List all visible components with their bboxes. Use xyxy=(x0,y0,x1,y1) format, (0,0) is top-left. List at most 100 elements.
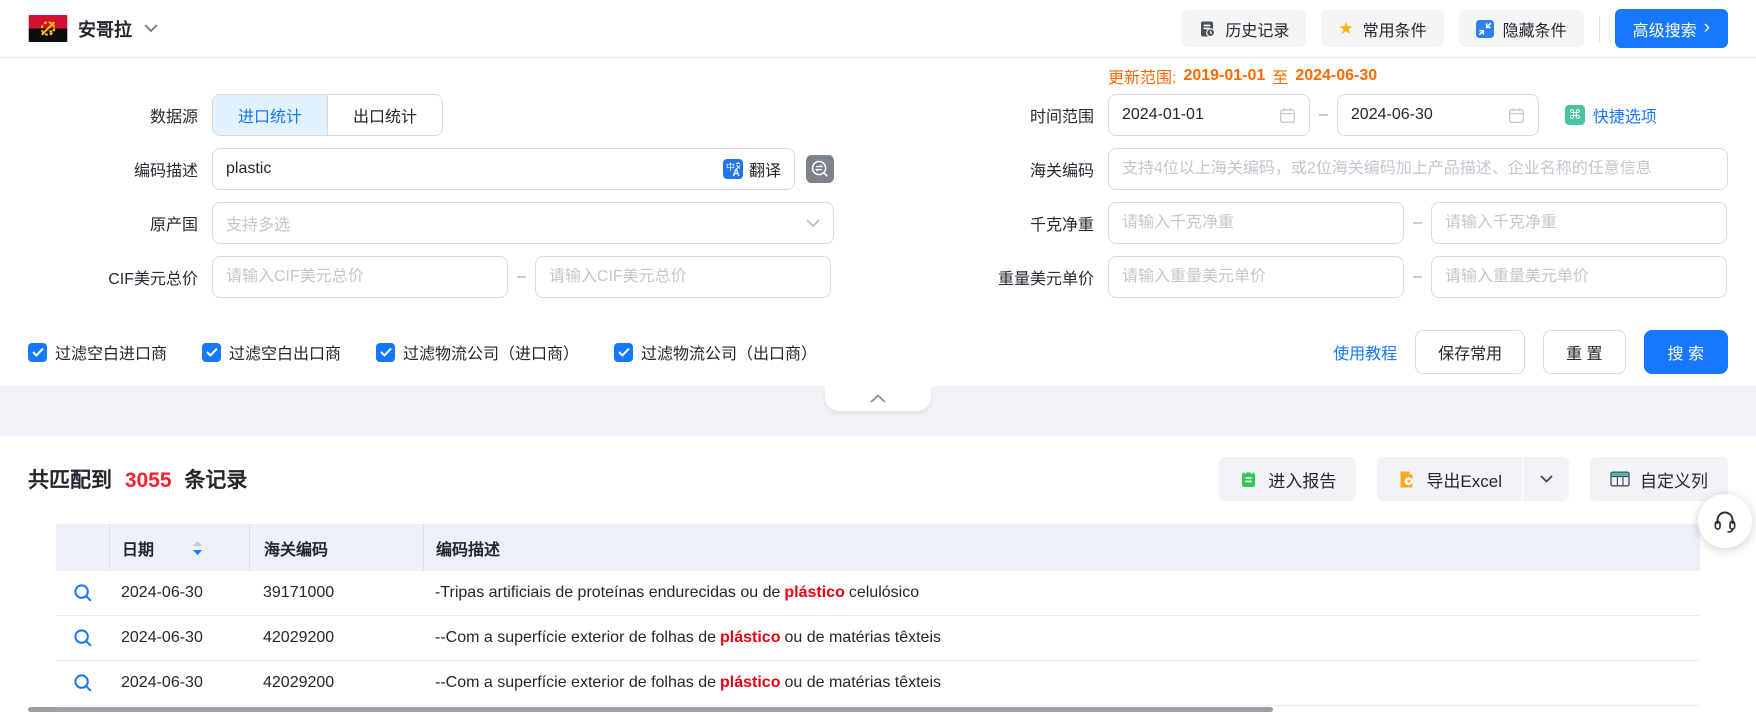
table-row: 2024-06-30 39171000 -Tripas artificiais … xyxy=(56,571,1700,616)
export-excel-label: 导出Excel xyxy=(1426,467,1502,492)
start-date-value: 2024-01-01 xyxy=(1122,106,1204,124)
filter-column-right: 更新范围: 2019-01-01 至 2024-06-30 时间范围 2024-… xyxy=(969,64,1728,310)
advanced-search-button[interactable]: 高级搜索 › xyxy=(1615,9,1728,48)
table-header-actions-column xyxy=(56,524,109,571)
results-count-value: 3055 xyxy=(125,469,172,492)
table-header-date[interactable]: 日期 xyxy=(109,524,249,571)
translate-icon: 中A xyxy=(723,159,743,179)
table-row: 2024-06-30 42029200 --Com a superfície e… xyxy=(56,661,1700,706)
range-dash: – xyxy=(1413,214,1422,232)
filter-column-left: 数据源 进口统计 出口统计 编码描述 中A 翻译 xyxy=(28,64,834,310)
table-columns-icon xyxy=(1610,470,1630,488)
time-range-row: 时间范围 2024-01-01 – 2024-06-30 ⌘ 快捷选项 xyxy=(969,94,1728,136)
cif-max-input[interactable] xyxy=(549,268,817,286)
results-table: 日期 海关编码 编码描述 2024-06-30 39171000 xyxy=(56,524,1700,706)
row-actions-cell xyxy=(56,583,109,603)
history-label: 历史记录 xyxy=(1225,17,1289,41)
row-actions-cell xyxy=(56,628,109,648)
magnifier-icon[interactable] xyxy=(73,583,93,603)
end-date-picker[interactable]: 2024-06-30 xyxy=(1337,94,1539,136)
range-dash: – xyxy=(517,268,526,286)
export-options-caret[interactable] xyxy=(1523,457,1569,501)
favorites-button[interactable]: ★ 常用条件 xyxy=(1321,10,1443,47)
description-highlight: plástico xyxy=(784,584,844,602)
checkbox-filter-blank-exporter[interactable]: 过滤空白出口商 xyxy=(202,340,341,364)
enter-report-button[interactable]: 进入报告 xyxy=(1219,457,1356,501)
hs-code-input[interactable] xyxy=(1122,160,1714,178)
date-cell: 2024-06-30 xyxy=(109,674,249,692)
divider xyxy=(1599,16,1600,42)
data-source-label: 数据源 xyxy=(28,103,198,127)
search-button[interactable]: 搜 索 xyxy=(1644,330,1728,374)
unit-price-row: 重量美元单价 – xyxy=(969,256,1728,298)
table-header-description: 编码描述 xyxy=(423,524,1700,571)
code-description-input[interactable] xyxy=(226,160,723,178)
date-cell: 2024-06-30 xyxy=(109,629,249,647)
magnifier-icon[interactable] xyxy=(73,673,93,693)
description-header-label: 编码描述 xyxy=(436,536,500,560)
chevron-down-icon xyxy=(144,24,158,33)
custom-columns-button[interactable]: 自定义列 xyxy=(1590,457,1728,501)
hs-code-cell: 42029200 xyxy=(249,629,423,647)
results-count-suffix: 条记录 xyxy=(184,469,247,492)
origin-placeholder: 支持多选 xyxy=(226,211,290,235)
collapse-icon xyxy=(1476,20,1494,38)
customer-service-fab[interactable] xyxy=(1698,494,1752,548)
export-excel-button[interactable]: 导出Excel xyxy=(1377,457,1522,501)
unit-price-max-input[interactable] xyxy=(1445,268,1713,286)
similar-search-icon[interactable] xyxy=(806,154,834,184)
checkbox-checked-icon xyxy=(28,343,47,362)
collapse-panel-handle[interactable] xyxy=(825,386,931,411)
sort-icon[interactable] xyxy=(192,540,203,556)
filter-bottom-row: 过滤空白进口商 过滤空白出口商 过滤物流公司（进口商） 过滤物流公司（出口商） … xyxy=(28,330,1728,374)
row-actions-cell xyxy=(56,673,109,693)
description-cell: -Tripas artificiais de proteínas endurec… xyxy=(423,584,1700,602)
description-highlight: plástico xyxy=(720,674,780,692)
checkbox-filter-logistics-importer[interactable]: 过滤物流公司（进口商） xyxy=(376,340,579,364)
net-weight-min-field xyxy=(1108,202,1404,244)
net-weight-label: 千克净重 xyxy=(969,211,1094,235)
net-weight-max-input[interactable] xyxy=(1445,214,1713,232)
unit-price-label: 重量美元单价 xyxy=(969,265,1094,289)
origin-country-select[interactable]: 支持多选 xyxy=(212,202,834,244)
excel-export-icon xyxy=(1397,470,1416,489)
table-row: 2024-06-30 42029200 --Com a superfície e… xyxy=(56,616,1700,661)
description-text: ou de matérias têxteis xyxy=(784,674,941,692)
tab-export-stats[interactable]: 出口统计 xyxy=(327,95,442,135)
unit-price-min-input[interactable] xyxy=(1122,268,1390,286)
calendar-icon xyxy=(1508,107,1525,124)
calendar-icon xyxy=(1279,107,1296,124)
cif-total-row: CIF美元总价 – xyxy=(28,256,834,298)
start-date-picker[interactable]: 2024-01-01 xyxy=(1108,94,1310,136)
time-range-label: 时间范围 xyxy=(969,103,1094,127)
results-count-title: 共匹配到 3055 条记录 xyxy=(28,464,247,494)
magnifier-icon[interactable] xyxy=(73,628,93,648)
reset-button[interactable]: 重 置 xyxy=(1543,330,1625,374)
checkbox-label: 过滤物流公司（出口商） xyxy=(641,340,817,364)
filter-actions: 使用教程 保存常用 重 置 搜 索 xyxy=(1333,330,1728,374)
svg-text:A: A xyxy=(732,168,739,179)
data-source-tabs: 进口统计 出口统计 xyxy=(212,94,443,136)
hide-conditions-button[interactable]: 隐藏条件 xyxy=(1459,10,1584,47)
end-date-value: 2024-06-30 xyxy=(1351,106,1433,124)
checkbox-checked-icon xyxy=(614,343,633,362)
country-selector[interactable]: 安哥拉 xyxy=(28,15,158,42)
tab-import-stats[interactable]: 进口统计 xyxy=(213,95,327,135)
history-button[interactable]: 历史记录 xyxy=(1181,10,1306,47)
code-description-field: 中A 翻译 xyxy=(212,148,795,190)
checkbox-filter-blank-importer[interactable]: 过滤空白进口商 xyxy=(28,340,167,364)
quick-options-link[interactable]: ⌘ 快捷选项 xyxy=(1565,103,1657,127)
code-description-label: 编码描述 xyxy=(28,157,198,181)
angola-flag-icon xyxy=(28,15,68,42)
horizontal-scrollbar[interactable] xyxy=(28,707,1273,712)
cif-max-field xyxy=(535,256,831,298)
tutorial-link[interactable]: 使用教程 xyxy=(1333,340,1397,364)
update-range-start: 2019-01-01 xyxy=(1183,67,1265,85)
save-favorite-button[interactable]: 保存常用 xyxy=(1415,330,1525,374)
headset-icon xyxy=(1711,507,1739,535)
translate-button[interactable]: 中A 翻译 xyxy=(723,157,781,181)
data-source-row: 数据源 进口统计 出口统计 xyxy=(28,94,834,136)
cif-min-input[interactable] xyxy=(226,268,494,286)
net-weight-min-input[interactable] xyxy=(1122,214,1390,232)
checkbox-filter-logistics-exporter[interactable]: 过滤物流公司（出口商） xyxy=(614,340,817,364)
